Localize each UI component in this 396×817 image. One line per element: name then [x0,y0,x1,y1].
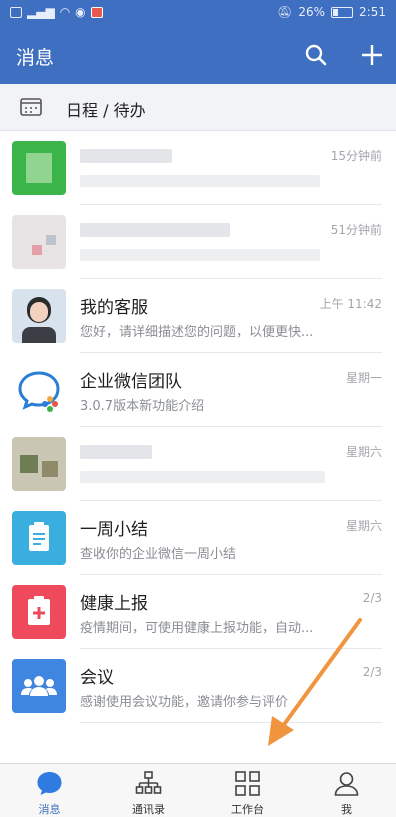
conversation-preview: 您好，请详细描述您的问题，以便更快... [80,325,314,340]
clipboard-icon [29,522,49,551]
conversation-list: 15分钟前 51分钟前 我的客服 您好，请详细描述您的问题，以便更快... 上午… [0,131,396,723]
conversation-time: 2/3 [362,665,382,679]
conversation-preview: 疫情期间，可使用健康上报功能，自动... [80,621,314,636]
tab-contacts[interactable]: 通讯录 [99,764,198,817]
tab-label: 工作台 [231,803,264,816]
mute-icon: 🔕︎ [277,5,293,19]
conversation-preview: 查收你的企业微信一周小结 [80,547,237,562]
conversation-preview: 3.0.7版本新功能介绍 [80,399,205,414]
wecom-logo-icon [18,371,60,412]
wecom-team-avatar [12,363,66,417]
battery-percent: 26% [298,5,326,19]
conversation-item[interactable]: 我的客服 您好，请详细描述您的问题，以便更快... 上午 11:42 [0,279,396,353]
people-group-icon [21,676,57,696]
conversation-item[interactable]: 企业微信团队 3.0.7版本新功能介绍 星期一 [0,353,396,427]
conversation-time: 星期六 [345,445,382,459]
org-chart-icon [135,771,162,794]
customer-service-avatar [12,289,66,343]
grid-icon [235,771,260,796]
wifi-icon: ◠ [59,5,71,19]
conversation-title: 会议 [80,668,114,688]
conversation-time: 星期一 [345,371,382,385]
avatar [12,215,66,269]
blurred-subtitle [80,175,320,187]
schedule-label: 日程 / 待办 [66,101,146,120]
conversation-item[interactable]: 会议 感谢使用会议功能，邀请你参与评价 2/3 [0,649,396,723]
blurred-title [80,445,152,459]
search-icon[interactable] [305,44,327,66]
blurred-subtitle [80,249,320,261]
eye-icon: ◉ [75,5,86,19]
add-icon[interactable] [360,43,384,67]
blurred-title [80,149,172,163]
medical-clipboard-icon [28,596,50,625]
conversation-item[interactable]: 51分钟前 [0,205,396,279]
status-left: ▂▄▆ ◠ ◉ [10,5,103,19]
conversation-time: 上午 11:42 [319,297,382,311]
tab-label: 我 [341,803,352,816]
tab-label: 消息 [38,803,61,816]
status-bar: ▂▄▆ ◠ ◉ 🔕︎ 26% 2:51 [0,0,396,26]
conversation-title: 企业微信团队 [80,372,182,392]
conversation-item[interactable]: 健康上报 疫情期间，可使用健康上报功能，自动... 2/3 [0,575,396,649]
blurred-title [80,223,230,237]
conversation-title: 我的客服 [80,298,148,318]
conversation-time: 51分钟前 [330,223,382,237]
conversation-preview: 感谢使用会议功能，邀请你参与评价 [80,695,289,710]
avatar [12,141,66,195]
conversation-title: 健康上报 [80,594,148,614]
meeting-avatar [12,659,66,713]
page-title: 消息 [16,47,55,69]
bottom-tab-bar: 消息 通讯录 工作台 我 [0,763,396,817]
app-notification-icon [90,6,103,18]
clock: 2:51 [359,5,386,19]
tab-me[interactable]: 我 [297,764,396,817]
tab-label: 通讯录 [132,803,165,816]
conversation-item[interactable]: 星期六 [0,427,396,501]
tab-messages[interactable]: 消息 [0,764,99,817]
health-report-avatar [12,585,66,639]
calendar-icon [20,98,42,116]
hd-icon [10,6,22,18]
chat-bubble-icon [37,772,62,795]
conversation-title: 一周小结 [80,520,148,540]
signal-icon: ▂▄▆ [27,5,55,19]
status-right: 🔕︎ 26% 2:51 [277,5,386,19]
conversation-item[interactable]: 一周小结 查收你的企业微信一周小结 星期六 [0,501,396,575]
battery-icon [331,6,354,18]
weekly-summary-avatar [12,511,66,565]
conversation-time: 15分钟前 [330,149,382,163]
schedule-todo-row[interactable]: 日程 / 待办 [0,84,396,131]
conversation-time: 2/3 [362,591,382,605]
person-icon [334,772,359,796]
conversation-time: 星期六 [345,519,382,533]
app-bar: 消息 [0,26,396,84]
avatar [12,437,66,491]
conversation-item[interactable]: 15分钟前 [0,131,396,205]
blurred-subtitle [80,471,325,483]
tab-workbench[interactable]: 工作台 [198,764,297,817]
